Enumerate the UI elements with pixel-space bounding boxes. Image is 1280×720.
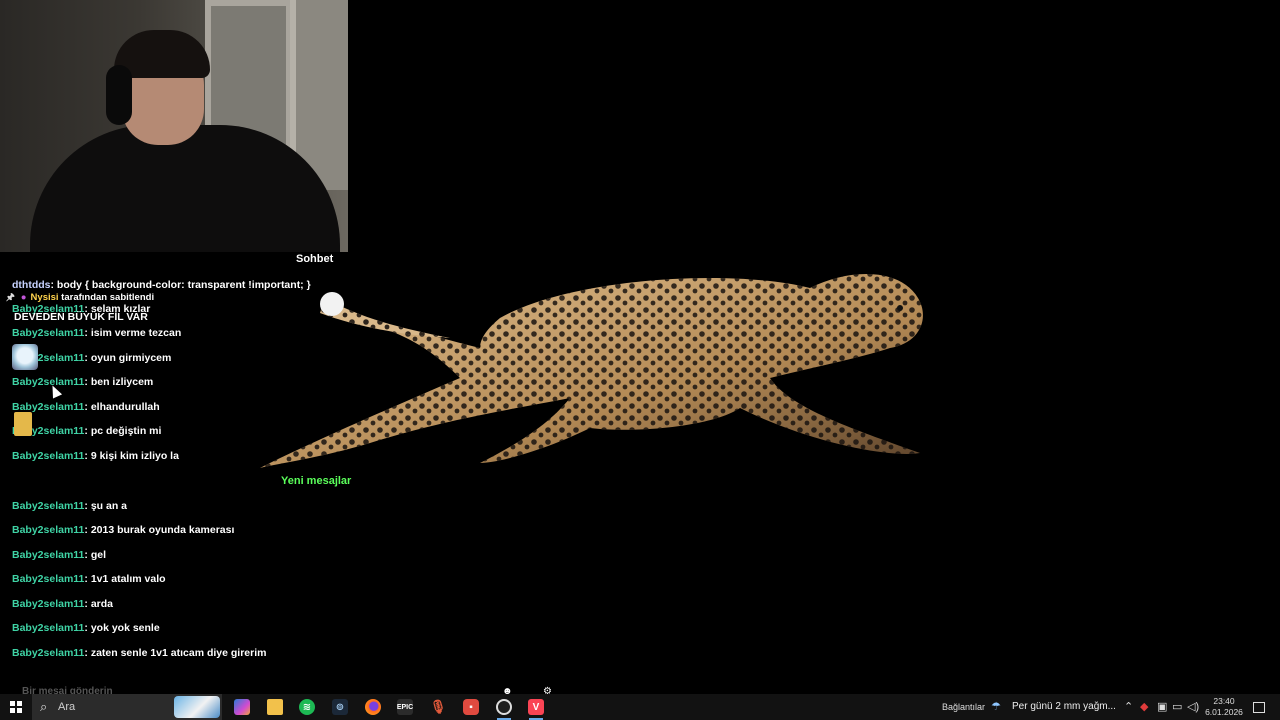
chat-username[interactable]: Baby2selam11 [12, 598, 84, 610]
app-tray-icon[interactable]: ▣ [1157, 700, 1167, 713]
chat-message-text: 2013 burak oyunda kamerası [90, 524, 235, 536]
new-messages-button[interactable]: Yeni mesajlar [281, 475, 351, 487]
webcam-feed [0, 0, 348, 252]
weather-text[interactable]: Per günü 2 mm yağm... [1012, 701, 1116, 712]
chat-username[interactable]: Baby2selam11 [12, 524, 84, 536]
clock-time: 23:40 [1213, 696, 1235, 706]
security-icon[interactable]: ◆ [1140, 700, 1148, 713]
chat-message: Baby2selam11: gel [12, 549, 106, 561]
chat-message-text: yok yok senle [90, 622, 160, 634]
chat-message: Baby2selam11: elhandurullah [12, 401, 160, 413]
chat-message-text: elhandurullah [90, 401, 160, 413]
chat-message-text: 9 kişi kim izliyo la [90, 450, 179, 462]
chat-message: Baby2selam11: arda [12, 598, 113, 610]
valorant-icon[interactable]: V [528, 699, 544, 715]
pin-icon: 🖈 [6, 292, 15, 303]
chevron-up-icon[interactable]: ⌃ [1124, 700, 1133, 713]
cheetah-wallpaper [260, 274, 923, 468]
chat-message: Baby2selam11: ben izliycem [12, 376, 153, 388]
chat-message-text: isim verme tezcan [90, 327, 182, 339]
headset [106, 65, 132, 125]
chat-message: Baby2selam11: pc değiştin mi [12, 425, 161, 437]
chat-message-text: 1v1 atalım valo [90, 573, 166, 585]
obs-icon[interactable] [496, 699, 512, 715]
chat-username[interactable]: Baby2selam11 [12, 647, 84, 659]
links-toolbar[interactable]: Bağlantılar [942, 702, 985, 712]
emote-image [12, 344, 38, 370]
file-explorer-icon[interactable] [267, 699, 283, 715]
chat-username[interactable]: Baby2selam11 [12, 622, 84, 634]
chat-message-text: pc değiştin mi [90, 425, 162, 437]
mic-icon: ● [20, 292, 27, 303]
chat-message-text: zaten senle 1v1 atıcam diye girerim [90, 647, 267, 659]
pinned-by-user: Nysisi [30, 292, 59, 303]
chat-message-text: gel [90, 549, 106, 561]
taskbar: ⌕ Ara ≋ ⊚ EPIC 🎙 ▪ V Bağlantılar ☂ Per g… [0, 694, 1280, 720]
epic-games-icon[interactable]: EPIC [397, 699, 413, 715]
chat-username[interactable]: Baby2selam11 [12, 549, 84, 561]
chat-message-text: oyun girmiycem [90, 352, 172, 364]
chat-message: Baby2selam11: yok yok senle [12, 622, 160, 634]
search-placeholder: Ara [58, 701, 76, 713]
copilot-icon[interactable] [234, 699, 250, 715]
steam-icon[interactable]: ⊚ [332, 699, 348, 715]
search-icon: ⌕ [40, 699, 48, 714]
notification-icon[interactable] [1253, 702, 1265, 713]
chat-message: Baby2selam11: şu an a [12, 500, 127, 512]
search-highlight-image [174, 696, 220, 718]
microphone-app-icon[interactable]: 🎙 [430, 699, 447, 715]
chat-message: Baby2selam11: 9 kişi kim izliyo la [12, 450, 179, 462]
clock-date: 6.01.2026 [1205, 707, 1243, 717]
weather-icon: ☂ [991, 701, 1001, 713]
chat-message: Baby2selam11: 2013 burak oyunda kamerası [12, 524, 234, 536]
twitch-icon[interactable]: ▪ [463, 699, 479, 715]
chat-username[interactable]: Baby2selam11 [12, 327, 84, 339]
chat-username[interactable]: Baby2selam11 [12, 573, 84, 585]
emote-image [14, 412, 32, 436]
chat-message-text: şu an a [90, 500, 127, 512]
volume-icon[interactable]: ◁) [1187, 700, 1199, 713]
chat-username[interactable]: Baby2selam11 [12, 450, 84, 462]
chat-message-text: arda [90, 598, 113, 610]
taskbar-search[interactable]: ⌕ Ara [32, 694, 222, 720]
chat-message: Baby2selam11: zaten senle 1v1 atıcam diy… [12, 647, 266, 659]
chat-title: Sohbet [296, 253, 334, 265]
network-icon[interactable]: ▭ [1172, 700, 1182, 713]
start-button[interactable] [10, 701, 22, 713]
chat-username[interactable]: Baby2selam11 [12, 500, 84, 512]
pinned-by-suffix: tarafından sabitlendi [58, 292, 155, 303]
spotify-icon[interactable]: ≋ [299, 699, 315, 715]
chat-message: Baby2selam11: 1v1 atalım valo [12, 573, 166, 585]
clock[interactable]: 23:40 6.01.2026 [1204, 696, 1244, 718]
firefox-icon[interactable] [365, 699, 381, 715]
pinned-banner: DEVEDEN BÜYÜK FİL VAR [14, 311, 148, 323]
chat-message: Baby2selam11: isim verme tezcan [12, 327, 181, 339]
chat-message-text: ben izliycem [90, 376, 154, 388]
